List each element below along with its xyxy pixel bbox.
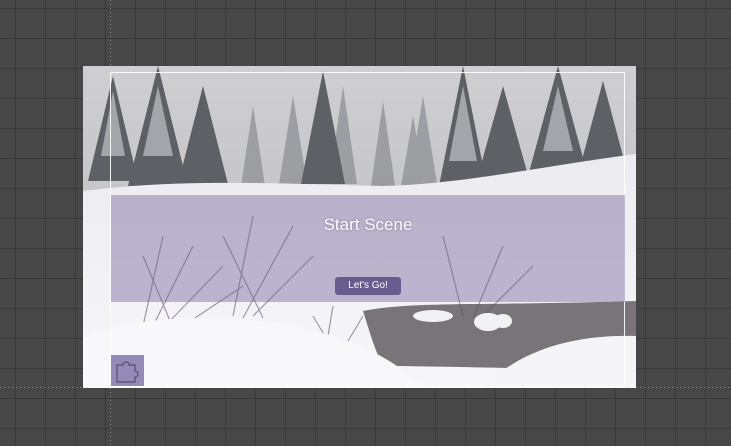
corner-badge[interactable]	[111, 355, 144, 386]
scene-viewport[interactable]: Start Scene Let's Go!	[0, 0, 731, 446]
puzzle-piece-icon	[116, 361, 139, 383]
panel-title: Start Scene	[323, 215, 413, 234]
lets-go-button[interactable]: Let's Go!	[335, 277, 401, 295]
start-panel: Start Scene Let's Go!	[111, 195, 625, 302]
